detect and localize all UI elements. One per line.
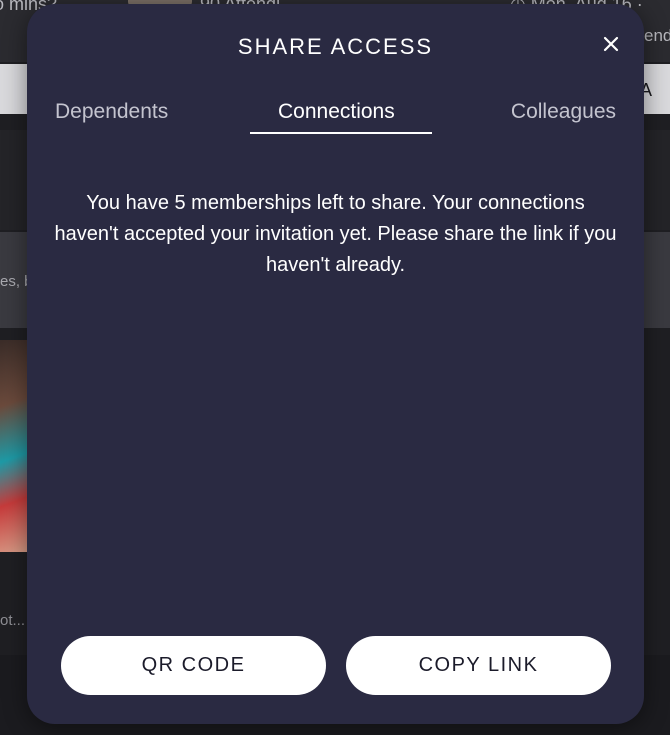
- background-side-text: end: [644, 26, 670, 45]
- copy-link-button[interactable]: COPY LINK: [346, 636, 611, 695]
- share-status-message: You have 5 memberships left to share. Yo…: [54, 192, 617, 276]
- close-button[interactable]: [598, 31, 624, 57]
- qr-code-button[interactable]: QR CODE: [61, 636, 326, 695]
- active-tab-indicator: [250, 132, 432, 134]
- tab-connections[interactable]: Connections: [278, 100, 395, 124]
- modal-title: SHARE ACCESS: [237, 34, 434, 59]
- background-photo: [0, 340, 30, 552]
- tab-bar: Dependents Connections Colleagues: [27, 100, 644, 140]
- tab-dependents[interactable]: Dependents: [55, 100, 168, 124]
- share-access-modal: SHARE ACCESS Dependents Connections Coll…: [27, 4, 644, 724]
- close-icon: [603, 36, 619, 52]
- background-text-fragment-2: ot...: [0, 612, 26, 629]
- tab-colleagues[interactable]: Colleagues: [511, 100, 616, 124]
